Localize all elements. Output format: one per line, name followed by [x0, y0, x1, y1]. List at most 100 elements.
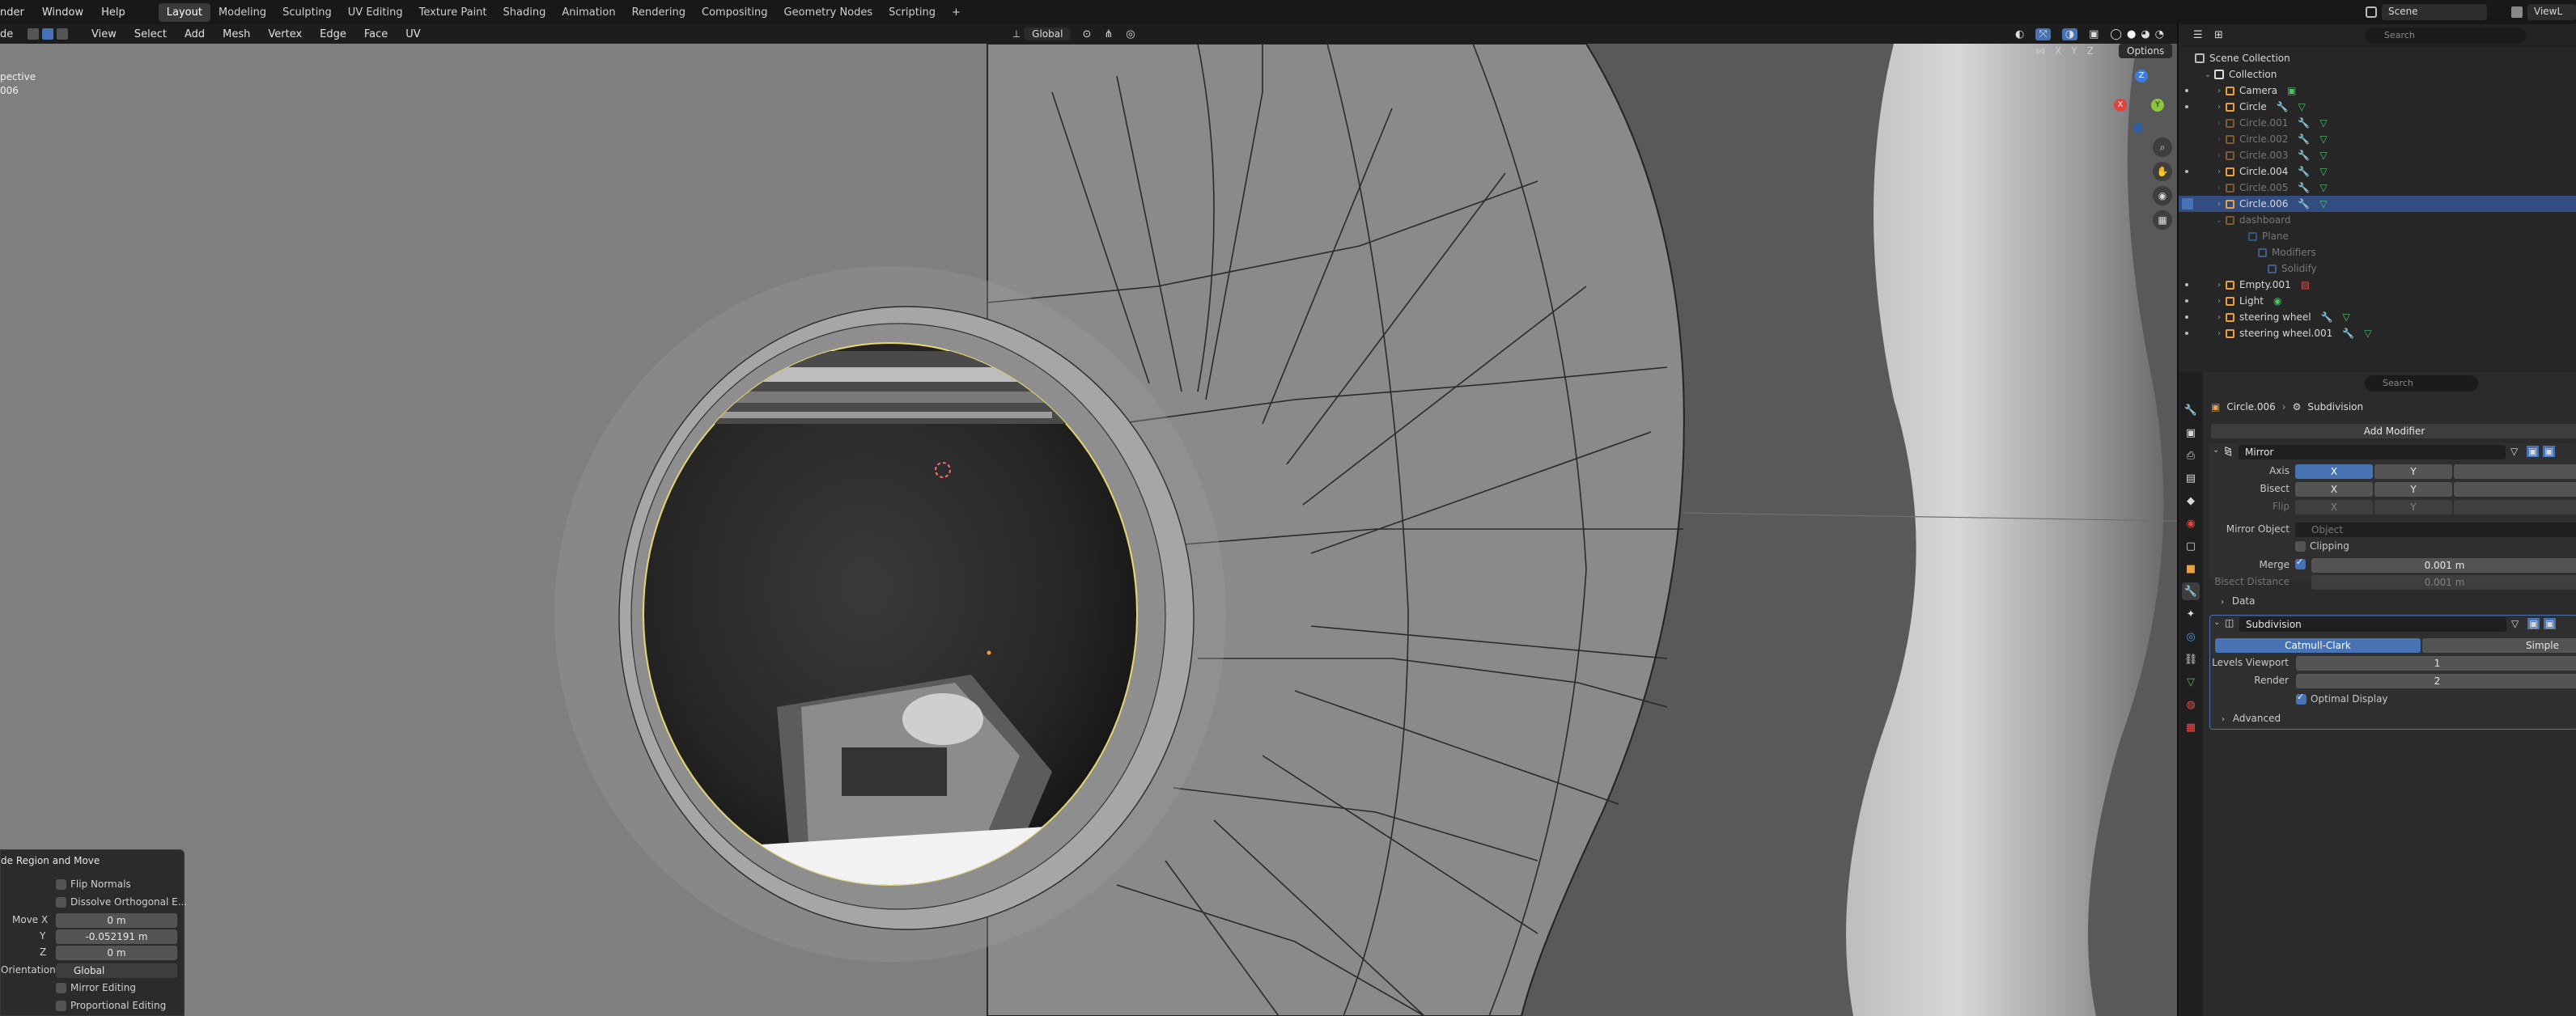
advanced-subpanel[interactable]: › Advanced: [2222, 713, 2281, 724]
mirror-editmode-toggle-icon[interactable]: ▽: [2510, 446, 2518, 457]
subdivision-collapse-icon[interactable]: ⌄: [2213, 618, 2220, 627]
outliner-row[interactable]: › Circle.001 🔧 ▽: [2179, 115, 2576, 131]
outliner-row[interactable]: › steering wheel.001 🔧 ▽: [2179, 325, 2576, 341]
object-tab-icon[interactable]: ■: [2182, 560, 2200, 578]
object-data-icon[interactable]: ▽: [2343, 311, 2350, 323]
tab-modeling[interactable]: Modeling: [210, 3, 274, 22]
expand-chevron-icon[interactable]: ›: [2214, 87, 2224, 95]
select-mode-edge-icon[interactable]: [42, 28, 53, 40]
data-tab-icon[interactable]: ▽: [2182, 673, 2200, 691]
tab-rendering[interactable]: Rendering: [624, 3, 694, 22]
view-layer-selector[interactable]: ViewL: [2527, 4, 2576, 20]
render-levels-field[interactable]: 2: [2296, 674, 2576, 688]
mirror-viewport-toggle-icon[interactable]: ▣: [2527, 446, 2540, 457]
expand-chevron-icon[interactable]: ›: [2214, 281, 2224, 290]
menu-face[interactable]: Face: [355, 28, 397, 40]
outliner-filter-icon[interactable]: ⊞: [2214, 29, 2223, 41]
mirror-bisect-z-toggle[interactable]: [2454, 482, 2576, 497]
outliner-row[interactable]: › Circle.005 🔧 ▽: [2179, 180, 2576, 196]
perspective-grid-icon[interactable]: ▦: [2153, 210, 2172, 230]
outliner-search-field[interactable]: Search: [2365, 28, 2527, 44]
proportional-edit-icon[interactable]: ◎: [1126, 28, 1135, 40]
modifier-tab-icon[interactable]: 🔧: [2182, 582, 2200, 600]
outliner-row[interactable]: Plane: [2179, 228, 2576, 244]
redo-panel-title[interactable]: de Region and Move: [1, 855, 100, 866]
output-tab-icon[interactable]: ⎙: [2182, 447, 2200, 464]
expand-chevron-icon[interactable]: ›: [2214, 200, 2224, 209]
overlay-toggle-icon[interactable]: ◑: [2061, 28, 2078, 40]
select-mode-face-icon[interactable]: [57, 28, 68, 40]
gizmo-x-axis[interactable]: X: [2114, 99, 2127, 112]
zoom-icon[interactable]: ⌕: [2153, 138, 2172, 157]
mirror-bisect-y-toggle[interactable]: Y: [2374, 482, 2452, 497]
object-data-icon[interactable]: ▽: [2319, 133, 2327, 145]
gizmo-neg-axis[interactable]: [2133, 123, 2143, 133]
modifier-wrench-icon[interactable]: 🔧: [2298, 133, 2310, 145]
expand-chevron-icon[interactable]: ⌄: [2214, 216, 2224, 225]
move-x-field[interactable]: 0 m: [56, 913, 177, 928]
object-data-icon[interactable]: ▽: [2364, 328, 2371, 339]
visibility-dot-icon[interactable]: [2185, 105, 2188, 108]
texture-tab-icon[interactable]: ▦: [2182, 718, 2200, 736]
scene-selector[interactable]: Scene: [2382, 4, 2487, 20]
modifier-wrench-icon[interactable]: 🔧: [2342, 328, 2354, 339]
navigation-gizmo[interactable]: Z X Y: [2104, 68, 2169, 149]
levels-viewport-field[interactable]: 1: [2296, 656, 2576, 671]
object-data-icon[interactable]: ◉: [2273, 295, 2281, 307]
simple-toggle[interactable]: Simple: [2422, 638, 2576, 653]
shading-rendered-icon[interactable]: ◔: [2155, 28, 2164, 40]
shading-material-icon[interactable]: ◕: [2141, 28, 2149, 40]
3d-viewport[interactable]: pective 006 ⋈ X Y Z Options Z X Y ⌕ ✋ ◉ …: [0, 44, 2177, 1016]
mode-selector[interactable]: de: [0, 28, 18, 40]
visibility-dot-icon[interactable]: [2185, 315, 2188, 319]
visibility-dot-icon[interactable]: [2185, 283, 2188, 286]
menu-help[interactable]: Help: [92, 6, 134, 19]
dissolve-checkbox[interactable]: [56, 897, 66, 908]
tab-texture-paint[interactable]: Texture Paint: [411, 3, 495, 22]
world-tab-icon[interactable]: ◉: [2182, 514, 2200, 532]
render-tab-icon[interactable]: ▣: [2182, 424, 2200, 442]
mirror-flip-x-toggle[interactable]: X: [2295, 500, 2373, 514]
outliner-row[interactable]: › Circle.002 🔧 ▽: [2179, 131, 2576, 147]
menu-add[interactable]: Add: [176, 28, 214, 40]
add-modifier-button[interactable]: Add Modifier: [2211, 424, 2576, 438]
snap-icon[interactable]: ⋔: [1104, 28, 1113, 40]
menu-render[interactable]: nder: [0, 6, 33, 19]
object-data-icon[interactable]: ▽: [2319, 198, 2327, 210]
mirror-axis-x-toggle[interactable]: X: [2295, 464, 2373, 479]
outliner-row[interactable]: › Circle.004 🔧 ▽: [2179, 163, 2576, 180]
modifier-wrench-icon[interactable]: 🔧: [2321, 311, 2333, 323]
menu-uv[interactable]: UV: [397, 28, 429, 40]
camera-view-icon[interactable]: ◉: [2153, 186, 2172, 205]
pivot-icon[interactable]: ⊙: [1082, 28, 1091, 40]
axis-x-toggle[interactable]: X: [2055, 45, 2061, 57]
merge-distance-field[interactable]: 0.001 m: [2311, 558, 2576, 573]
expand-chevron-icon[interactable]: ⌄: [2203, 70, 2213, 79]
expand-chevron-icon[interactable]: ›: [2214, 313, 2224, 322]
mirror-name-field[interactable]: Mirror: [2239, 445, 2506, 459]
outliner-row-scene-collection[interactable]: Scene Collection: [2179, 50, 2576, 66]
modifier-wrench-icon[interactable]: 🔧: [2277, 101, 2289, 112]
scene-tab-icon[interactable]: ◆: [2182, 492, 2200, 510]
object-data-icon[interactable]: ▽: [2319, 150, 2327, 161]
view-layer-tab-icon[interactable]: ▤: [2182, 469, 2200, 487]
mirror-render-toggle-icon[interactable]: ▣: [2543, 446, 2556, 457]
subdivision-name-field[interactable]: Subdivision: [2239, 617, 2506, 632]
visibility-dot-icon[interactable]: [2185, 89, 2188, 92]
outliner-row[interactable]: ⌄ dashboard: [2179, 212, 2576, 228]
mirror-editing-checkbox[interactable]: [56, 983, 66, 993]
expand-chevron-icon[interactable]: ›: [2214, 297, 2224, 306]
flip-normals-checkbox[interactable]: [56, 879, 66, 890]
visibility-icon[interactable]: ◐: [2015, 28, 2024, 40]
options-dropdown[interactable]: Options: [2119, 44, 2173, 58]
tab-sculpting[interactable]: Sculpting: [274, 3, 340, 22]
object-data-icon[interactable]: ▨: [2301, 279, 2310, 290]
particles-tab-icon[interactable]: ✦: [2182, 605, 2200, 623]
visibility-dot-icon[interactable]: [2185, 332, 2188, 335]
outliner-row[interactable]: › Circle.003 🔧 ▽: [2179, 147, 2576, 163]
menu-mesh[interactable]: Mesh: [214, 28, 259, 40]
modifier-wrench-icon[interactable]: 🔧: [2298, 150, 2310, 161]
modifier-wrench-icon[interactable]: 🔧: [2298, 182, 2310, 193]
tab-uv-editing[interactable]: UV Editing: [340, 3, 411, 22]
menu-view[interactable]: View: [83, 28, 125, 40]
